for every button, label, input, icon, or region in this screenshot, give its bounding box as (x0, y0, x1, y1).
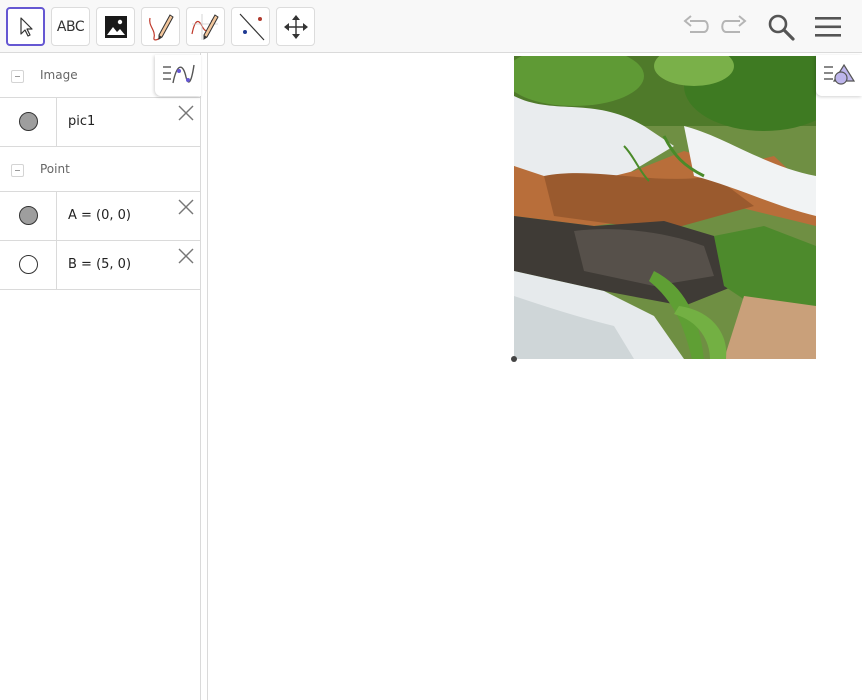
move-arrow-icon (19, 16, 33, 37)
move-graphics-icon (283, 14, 308, 39)
algebra-style-bar-toggle[interactable] (155, 55, 201, 96)
graphics-style-bar-icon (824, 63, 856, 85)
waterfall-image (514, 56, 816, 359)
point-a[interactable] (511, 356, 517, 362)
search-icon (768, 14, 795, 41)
point-tool-button[interactable] (231, 7, 270, 46)
collapse-toggle-icon[interactable] (11, 164, 24, 177)
delete-icon[interactable] (176, 103, 196, 123)
marble-cell (0, 98, 57, 146)
delete-icon[interactable] (176, 246, 196, 266)
search-button[interactable] (763, 9, 799, 45)
algebra-view: Image pic1 Point A = (0, 0) B = (5, 0) (0, 53, 201, 700)
algebra-item-text[interactable]: pic1 (68, 114, 95, 129)
text-tool-label: ABC (56, 18, 85, 35)
move-graphics-tool-button[interactable] (276, 7, 315, 46)
group-header-point[interactable]: Point (0, 147, 200, 192)
algebra-item-text[interactable]: A = (0, 0) (68, 208, 131, 223)
marble-cell (0, 241, 57, 289)
freehand-function-icon (190, 13, 219, 40)
algebra-item-text[interactable]: B = (5, 0) (68, 257, 131, 272)
freehand-function-tool-button[interactable] (186, 7, 225, 46)
image-icon (104, 15, 127, 38)
algebra-row[interactable]: B = (5, 0) (0, 241, 200, 290)
undo-icon (683, 15, 709, 33)
panel-splitter[interactable] (201, 53, 208, 700)
text-tool-button[interactable]: ABC (51, 7, 90, 46)
algebra-row[interactable]: A = (0, 0) (0, 192, 200, 241)
main-menu-button[interactable] (810, 9, 846, 45)
point-line-icon (239, 13, 264, 40)
redo-icon (721, 15, 747, 33)
visibility-marble-icon[interactable] (19, 112, 38, 131)
redo-button[interactable] (715, 9, 751, 45)
group-label: Point (40, 162, 70, 176)
image-tool-button[interactable] (96, 7, 135, 46)
marble-cell (0, 192, 57, 240)
undo-button[interactable] (679, 9, 715, 45)
move-tool-button[interactable] (6, 7, 45, 46)
collapse-toggle-icon[interactable] (11, 70, 24, 83)
group-label: Image (40, 68, 78, 82)
toolbar: ABC (0, 0, 862, 53)
hamburger-menu-icon (815, 17, 841, 37)
pen-tool-button[interactable] (141, 7, 180, 46)
visibility-marble-icon[interactable] (19, 206, 38, 225)
geogebra-app: ABC Image pic1 Point A = (0, 0) B = (5, … (0, 0, 862, 700)
visibility-marble-icon[interactable] (19, 255, 38, 274)
graphics-style-bar-toggle[interactable] (816, 55, 862, 96)
algebra-style-bar-icon (163, 64, 195, 84)
delete-icon[interactable] (176, 197, 196, 217)
pen-icon (148, 13, 174, 40)
graphics-view[interactable] (209, 53, 862, 700)
algebra-row[interactable]: pic1 (0, 98, 200, 147)
image-pic1[interactable] (514, 56, 816, 359)
